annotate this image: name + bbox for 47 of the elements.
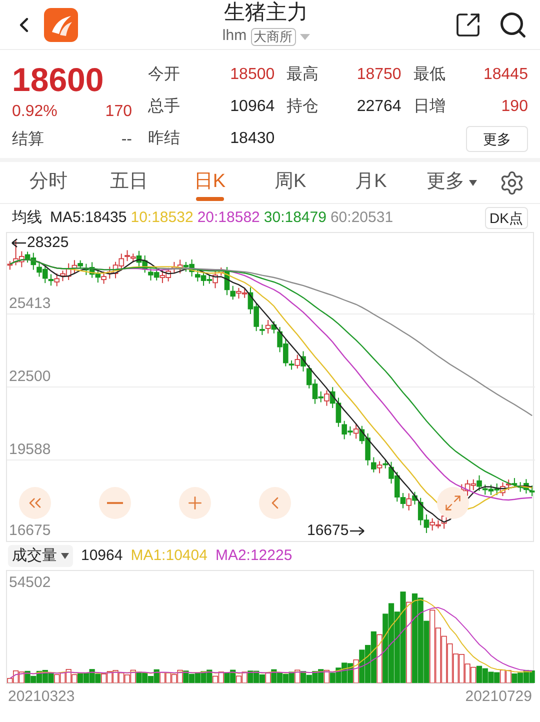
stat-label: 结算 <box>12 130 44 150</box>
stat-label: 昨结 <box>148 128 180 149</box>
stat-label: 日增 <box>413 97 446 117</box>
page-title: 生猪主力 <box>224 1 308 26</box>
stat-label: 总手 <box>148 96 180 117</box>
stat-value: -- <box>121 130 132 150</box>
high-price-marker: 28325 <box>27 235 69 251</box>
moving-average-value: MA5:18435 <box>50 208 127 228</box>
dk-point-button[interactable]: DK点 <box>484 207 528 229</box>
stat-value: 10964 <box>230 97 275 117</box>
chart-tab[interactable]: 五日 <box>88 162 170 203</box>
change-value: 170 <box>105 102 132 122</box>
moving-average-value: 10:18532 <box>130 208 194 228</box>
volume-average-value: MA2:12225 <box>215 546 292 566</box>
low-price-marker: 16675 <box>307 523 349 539</box>
volume-average-value: MA1:10404 <box>130 546 208 566</box>
axis-label: 54502 <box>9 575 51 591</box>
chart-tab[interactable]: 月K <box>330 162 412 203</box>
stat-label: 最低 <box>413 65 446 85</box>
start-date: 20210323 <box>8 687 75 707</box>
stat-label: 今开 <box>148 65 180 85</box>
indicator-selector[interactable]: 成交量 <box>8 544 73 568</box>
stat-value: 18500 <box>230 65 275 85</box>
stat-value: 18445 <box>483 65 528 85</box>
last-price: 18600 <box>12 62 105 98</box>
volume-value: 10964 <box>81 546 123 566</box>
contract-code: lhm <box>222 26 247 46</box>
legend-label: 均线 <box>12 208 42 228</box>
stat-label: 最高 <box>286 64 319 85</box>
stat-value: 18750 <box>356 65 402 85</box>
axis-label: 22500 <box>9 369 51 385</box>
end-date: 20210729 <box>465 687 532 707</box>
moving-average-value: 60:20531 <box>330 208 394 228</box>
more-dropdown[interactable]: 更多 <box>411 162 492 203</box>
stat-label: 持仓 <box>286 97 319 117</box>
stat-value: 18430 <box>230 129 275 149</box>
axis-label: 19588 <box>9 442 51 458</box>
moving-average-value: 30:18479 <box>264 208 326 228</box>
chart-tab[interactable]: 周K <box>250 162 331 203</box>
more-button[interactable]: 更多 <box>466 126 528 152</box>
axis-label: 25413 <box>9 296 51 312</box>
chart-tab[interactable]: 分时 <box>8 162 89 203</box>
axis-label: 16675 <box>9 523 51 539</box>
stat-value: 22764 <box>356 97 402 117</box>
change-percent: 0.92% <box>12 102 58 122</box>
moving-average-value: 20:18582 <box>197 208 260 228</box>
stat-value: 190 <box>501 97 528 117</box>
